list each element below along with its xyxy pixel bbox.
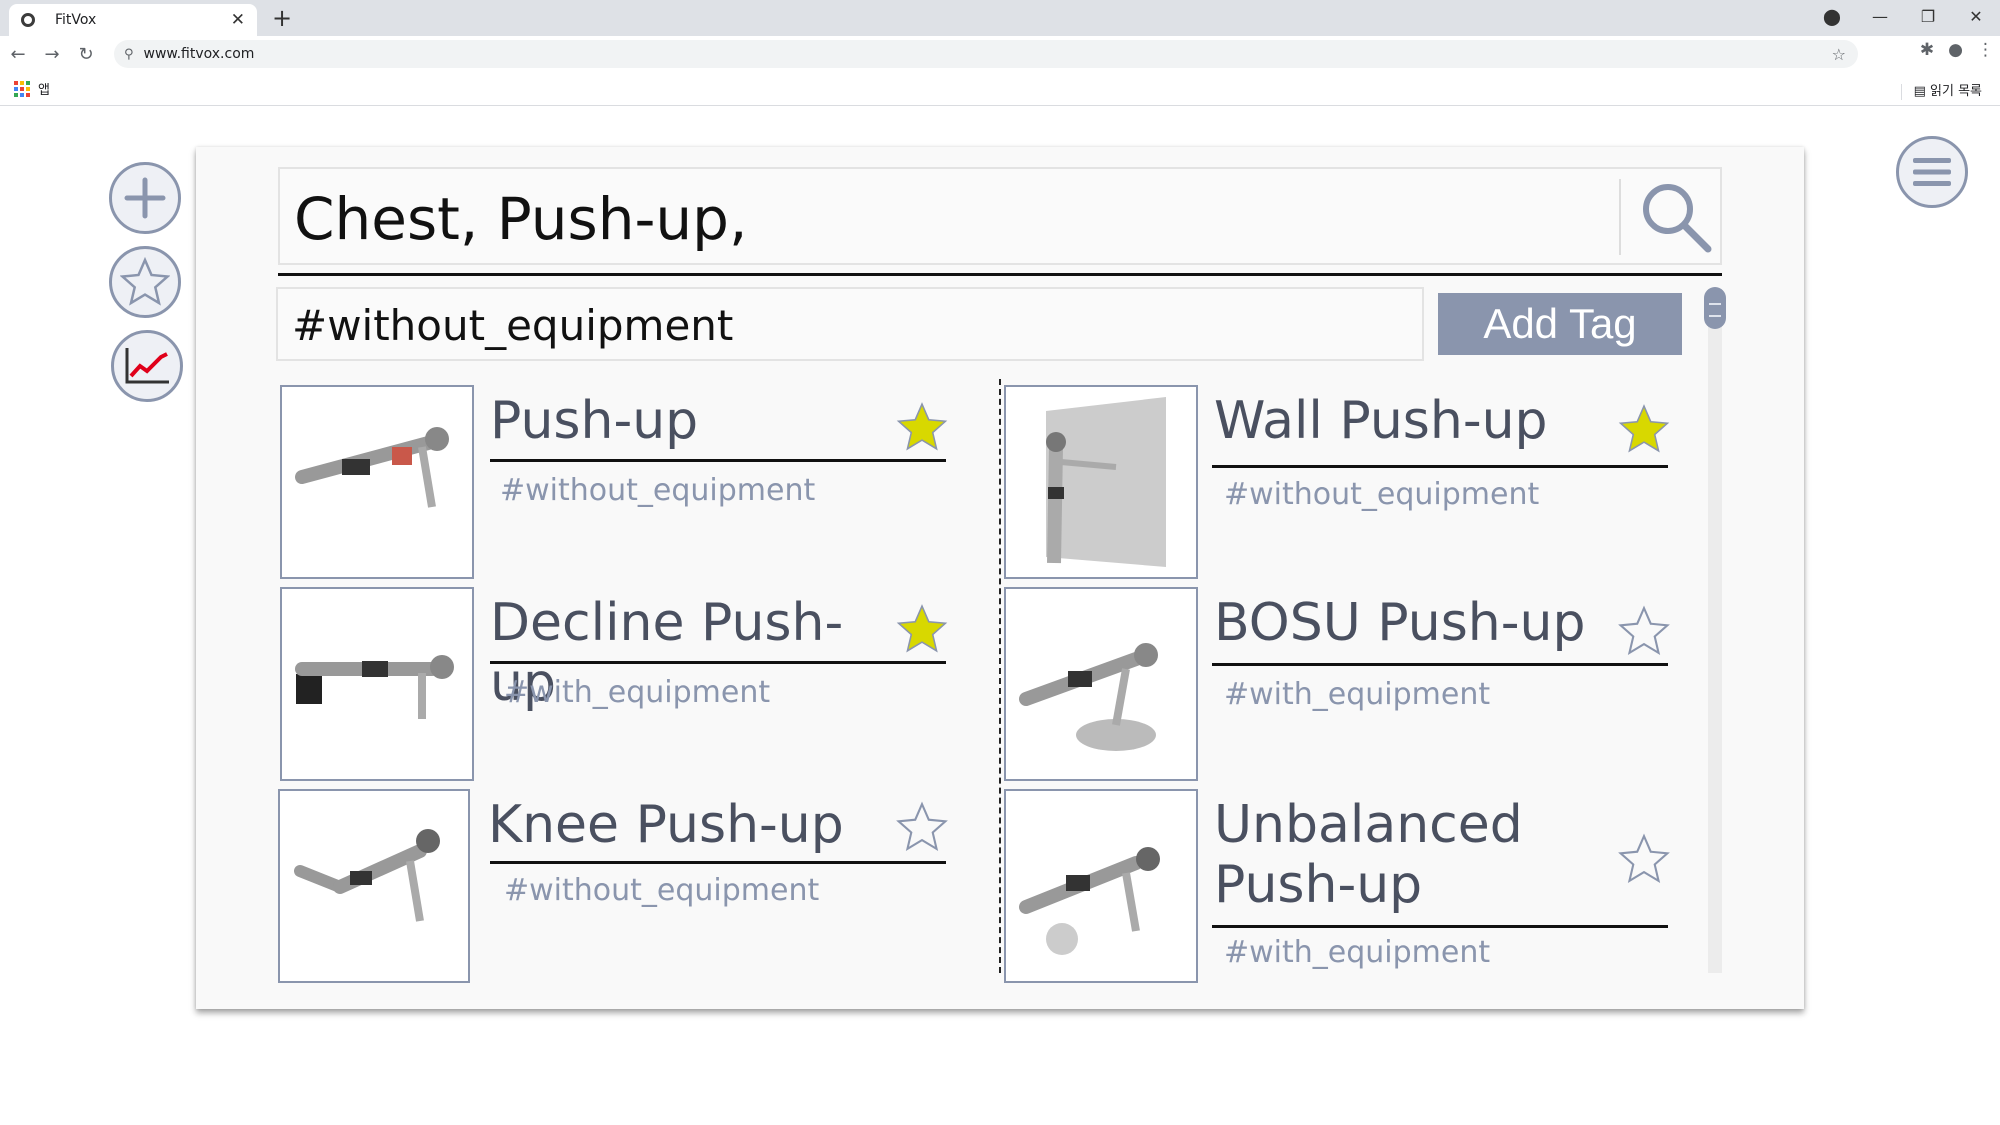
extensions-icon[interactable]: ✱ (1920, 40, 1934, 60)
hamburger-menu-icon (1913, 158, 1951, 186)
profile-menu-icon[interactable]: ⬤ (1808, 7, 1856, 26)
apps-grid-icon[interactable] (14, 80, 30, 97)
exercise-name: Knee Push-up (488, 795, 844, 855)
url-text: www.fitvox.com (143, 46, 255, 62)
exercise-underline (1212, 663, 1668, 666)
restore-icon[interactable]: ❐ (1904, 7, 1952, 26)
search-underline (278, 273, 1722, 276)
reading-list-icon: ▤ (1913, 84, 1931, 99)
exercise-tag[interactable]: #without_equipment (1224, 477, 1539, 512)
exercise-name: BOSU Push-up (1214, 593, 1586, 653)
address-bar[interactable]: ⚲ www.fitvox.com ☆ (114, 40, 1858, 68)
favorites-button[interactable] (109, 246, 181, 318)
exercise-thumbnail (1004, 789, 1198, 983)
scrollbar-thumb[interactable] (1704, 287, 1726, 329)
exercise-tag[interactable]: #without_equipment (504, 873, 819, 908)
plus-icon (124, 177, 166, 219)
exercise-underline (1212, 925, 1668, 928)
exercise-thumbnail (280, 587, 474, 781)
progress-button[interactable] (111, 330, 183, 402)
exercise-underline (1212, 465, 1668, 468)
reload-icon[interactable]: ↻ (70, 44, 102, 65)
line-chart-icon (125, 348, 169, 384)
search-input[interactable]: Chest, Push-up, (278, 167, 1722, 265)
exercise-underline (490, 459, 946, 462)
star-filled-icon[interactable] (896, 603, 948, 655)
star-filled-icon[interactable] (1618, 403, 1670, 455)
column-divider (999, 379, 1001, 973)
exercise-thumbnail (278, 789, 470, 983)
add-tag-button[interactable]: Add Tag (1438, 293, 1682, 355)
new-tab-button[interactable]: + (272, 4, 292, 32)
browser-toolbar: ← → ↻ ⚲ www.fitvox.com ☆ ✱ ● ⋮ (0, 36, 2000, 72)
exercise-card-wall-push-up[interactable]: Wall Push-up #without_equipment (1004, 385, 1684, 581)
minimize-icon[interactable]: — (1856, 7, 1904, 26)
exercise-tag[interactable]: #with_equipment (504, 675, 770, 710)
apps-label[interactable]: 앱 (38, 79, 50, 98)
search-query: Chest, Push-up, (294, 185, 748, 253)
search-divider (1619, 179, 1621, 255)
exercise-underline (490, 661, 946, 664)
exercise-tag[interactable]: #with_equipment (1224, 935, 1490, 970)
exercise-thumbnail (1004, 587, 1198, 781)
bookmarks-bar: 앱 ▤ 읽기 목록 (0, 72, 2000, 106)
menu-button[interactable] (1896, 136, 1968, 208)
tag-input-value: #without_equipment (292, 301, 734, 350)
chrome-favicon-icon (21, 13, 35, 27)
star-outline-icon[interactable] (896, 801, 948, 853)
exercise-name: Wall Push-up (1214, 391, 1548, 451)
star-filled-icon[interactable] (896, 401, 948, 453)
exercise-search-panel: Chest, Push-up, #without_equipment Add T… (196, 147, 1804, 1009)
exercise-card-decline-push-up[interactable]: Decline Push-up #with_equipment (280, 587, 960, 783)
close-tab-icon[interactable]: ✕ (231, 10, 245, 30)
exercise-card-bosu-push-up[interactable]: BOSU Push-up #with_equipment (1004, 587, 1684, 783)
exercise-card-knee-push-up[interactable]: Knee Push-up #without_equipment (278, 789, 958, 985)
scrollbar-track[interactable] (1708, 289, 1722, 973)
browser-tab-strip: FitVox ✕ + ⬤ — ❐ ✕ (0, 0, 2000, 36)
account-icon[interactable]: ● (1948, 40, 1963, 60)
address-search-icon: ⚲ (124, 46, 134, 62)
reading-list[interactable]: ▤ 읽기 목록 (1900, 80, 1982, 100)
browser-tab[interactable]: FitVox ✕ (9, 4, 257, 36)
exercise-card-push-up[interactable]: Push-up #without_equipment (280, 385, 960, 581)
exercise-name: Unbalanced Push-up (1214, 795, 1523, 915)
exercise-underline (490, 861, 946, 864)
add-button[interactable] (109, 162, 181, 234)
search-icon[interactable] (1638, 179, 1714, 255)
exercise-name: Push-up (490, 391, 699, 451)
star-outline-icon (120, 257, 170, 306)
forward-icon[interactable]: → (36, 44, 68, 65)
reading-list-label: 읽기 목록 (1930, 84, 1982, 99)
tag-input[interactable]: #without_equipment (276, 287, 1424, 361)
window-controls: ⬤ — ❐ ✕ (1808, 0, 2000, 32)
exercise-thumbnail (280, 385, 474, 579)
exercise-card-unbalanced-push-up[interactable]: Unbalanced Push-up #with_equipment (1004, 789, 1684, 989)
exercise-tag[interactable]: #with_equipment (1224, 677, 1490, 712)
back-icon[interactable]: ← (2, 44, 34, 65)
close-window-icon[interactable]: ✕ (1952, 7, 2000, 26)
tab-title: FitVox (55, 12, 97, 28)
extension-tools: ✱ ● ⋮ (1920, 40, 1994, 60)
bookmark-star-icon[interactable]: ☆ (1832, 45, 1846, 64)
star-outline-icon[interactable] (1618, 605, 1670, 657)
star-outline-icon[interactable] (1618, 833, 1670, 885)
more-menu-icon[interactable]: ⋮ (1977, 40, 1994, 60)
exercise-tag[interactable]: #without_equipment (500, 473, 815, 508)
exercise-thumbnail (1004, 385, 1198, 579)
